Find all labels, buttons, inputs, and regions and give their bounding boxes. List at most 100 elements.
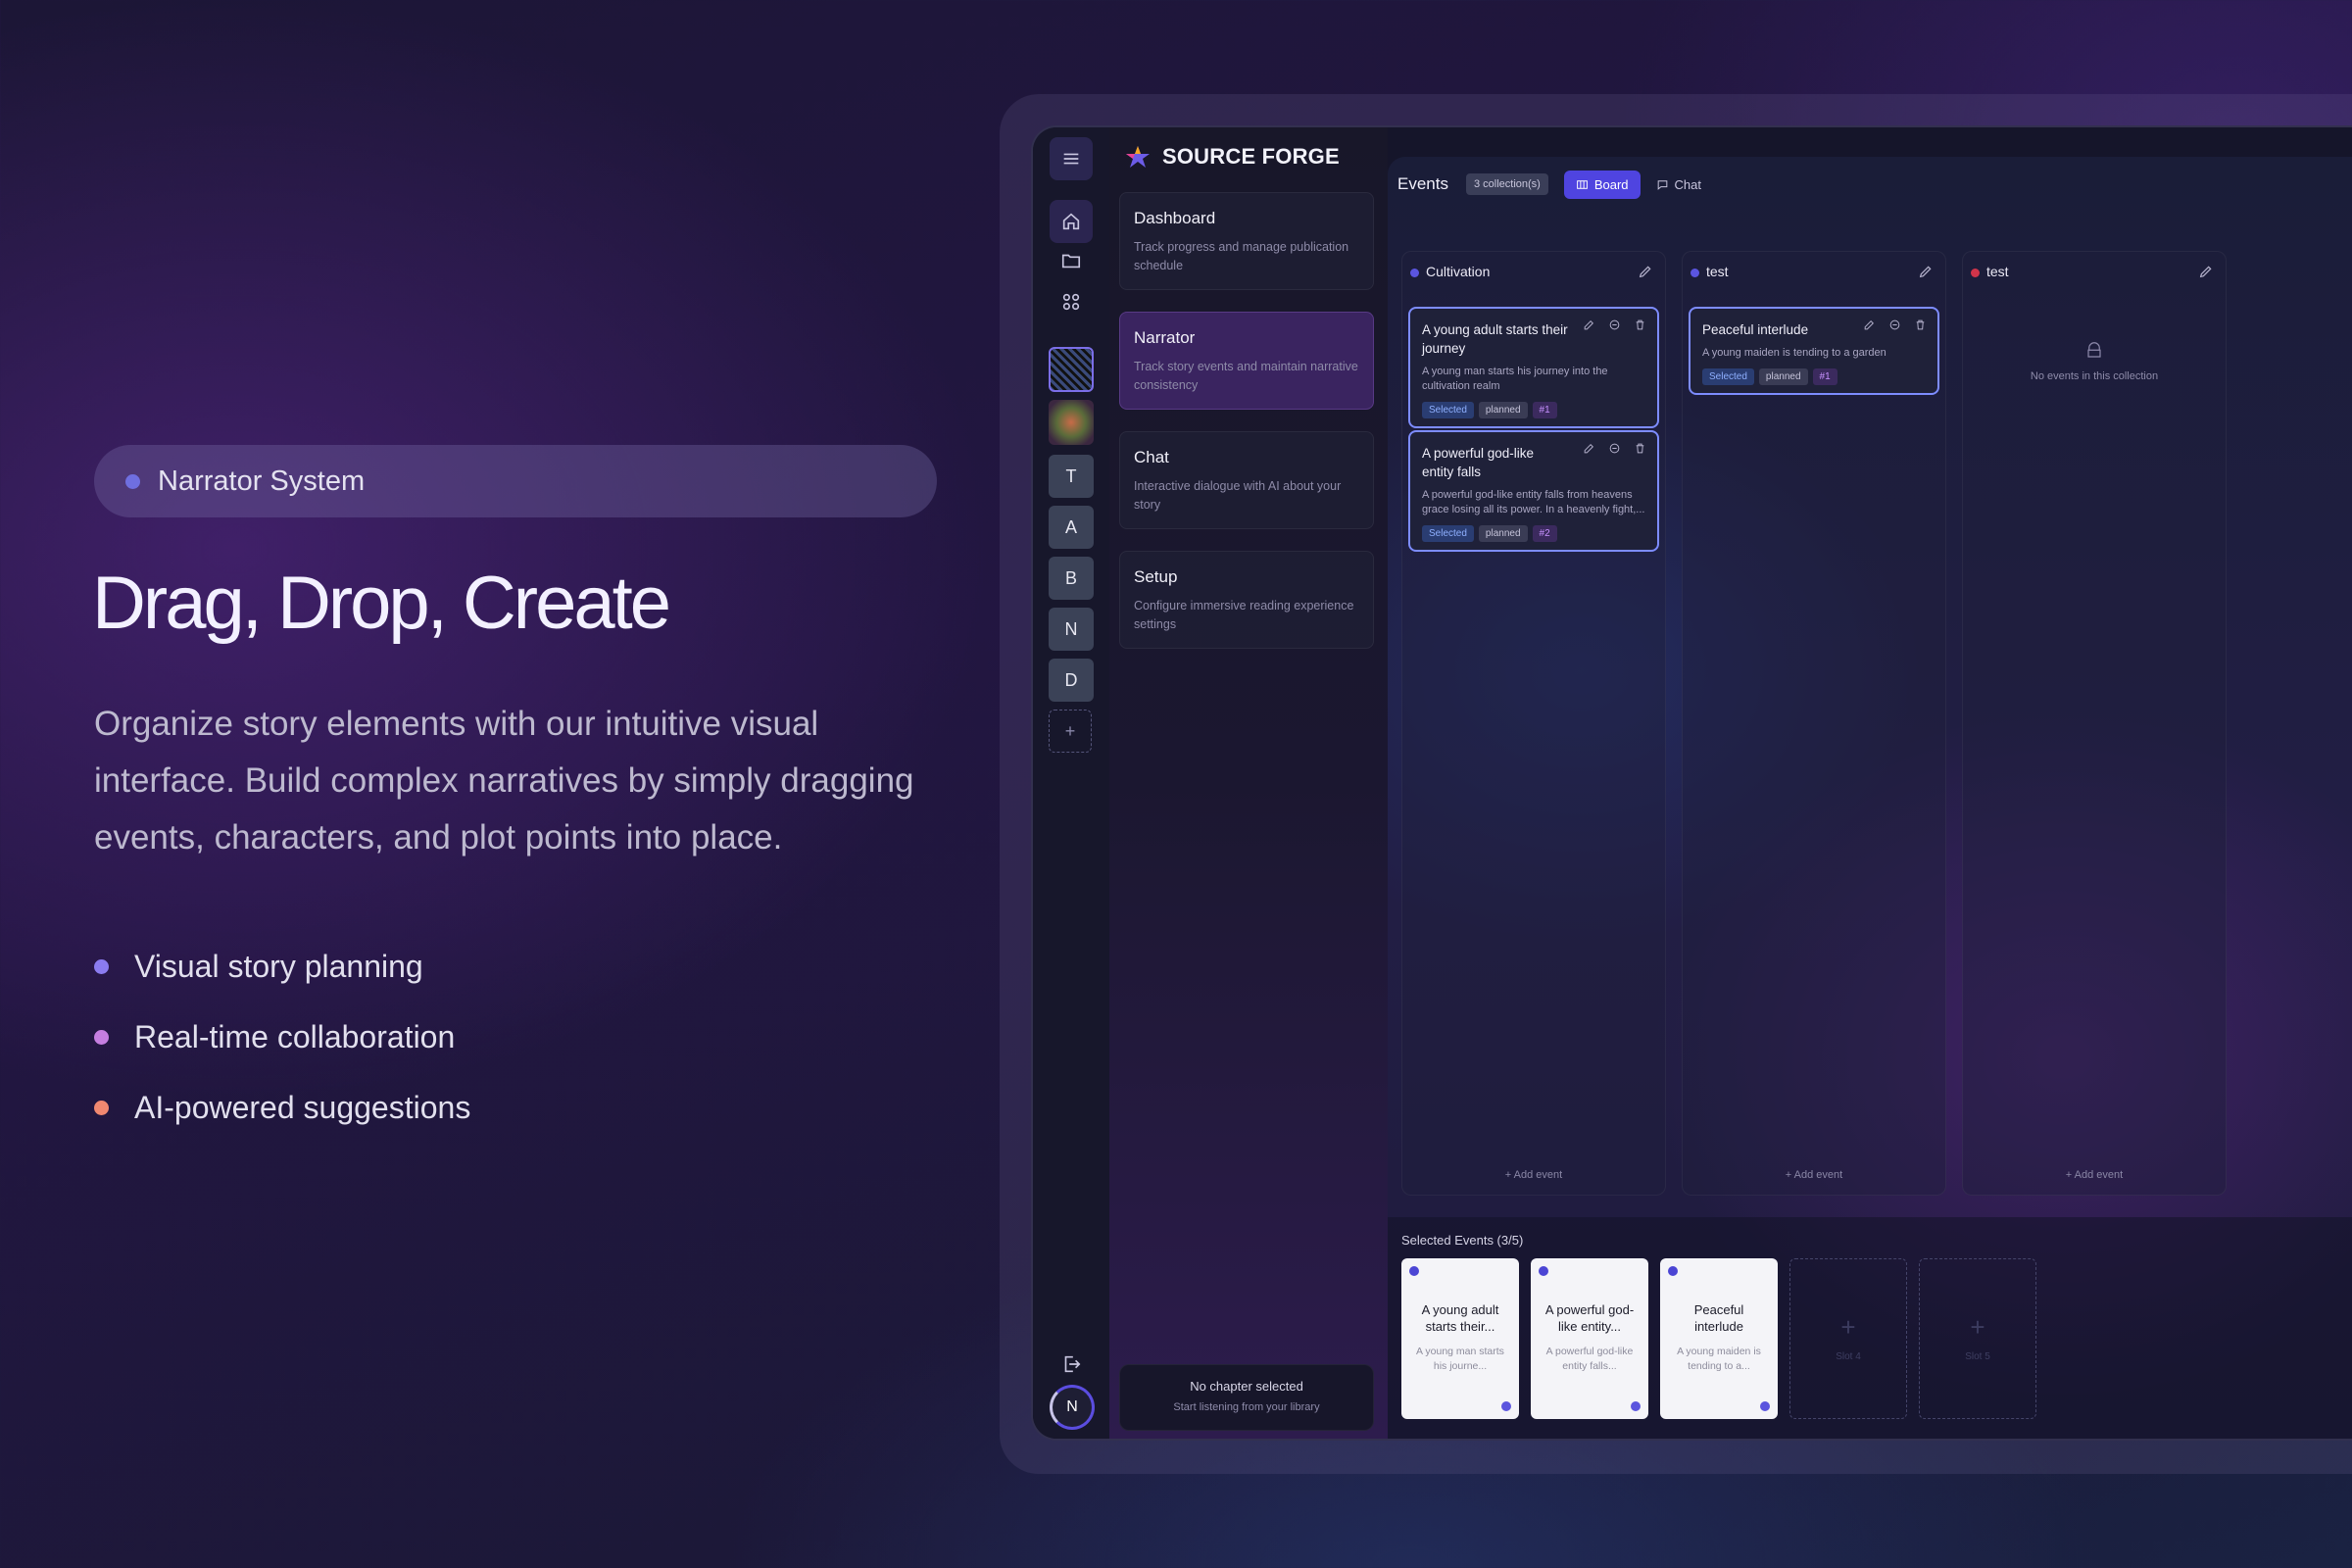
home-icon[interactable] bbox=[1050, 200, 1093, 243]
event-card-tags: Selected planned #1 bbox=[1422, 402, 1645, 418]
check-circle-icon[interactable] bbox=[1888, 318, 1902, 332]
column-name: Cultivation bbox=[1426, 264, 1491, 279]
check-circle-icon[interactable] bbox=[1608, 318, 1622, 332]
tab-chat-label: Chat bbox=[1674, 176, 1702, 192]
slot-description: A young man starts his journe... bbox=[1416, 1346, 1504, 1372]
order-tag: #1 bbox=[1532, 402, 1557, 418]
add-event-button[interactable]: + Add event bbox=[1683, 1169, 1945, 1181]
folder-icon[interactable] bbox=[1050, 239, 1093, 282]
event-card[interactable]: A young adult starts their journey A you… bbox=[1408, 307, 1659, 428]
column-header: test bbox=[1683, 252, 1945, 291]
slot-handle[interactable] bbox=[1760, 1401, 1770, 1411]
nav-item-dashboard[interactable]: Dashboard Track progress and manage publ… bbox=[1119, 192, 1374, 290]
trash-icon[interactable] bbox=[1634, 318, 1647, 332]
logout-icon[interactable] bbox=[1050, 1343, 1093, 1386]
feature-item: Visual story planning bbox=[94, 931, 470, 1002]
nav-item-narrator[interactable]: Narrator Track story events and maintain… bbox=[1119, 312, 1374, 410]
menu-icon[interactable] bbox=[1050, 137, 1093, 180]
nav-item-subtitle: Track progress and manage publication sc… bbox=[1134, 240, 1349, 272]
add-event-button[interactable]: + Add event bbox=[1963, 1169, 2226, 1181]
collection-count-badge: 3 collection(s) bbox=[1465, 173, 1548, 195]
event-card[interactable]: Peaceful interlude A young maiden is ten… bbox=[1689, 307, 1939, 395]
column-name: test bbox=[1706, 264, 1729, 279]
project-initial-button[interactable]: D bbox=[1049, 659, 1094, 702]
nav-item-subtitle: Configure immersive reading experience s… bbox=[1134, 599, 1354, 631]
status-tag: planned bbox=[1478, 525, 1528, 542]
project-initial-button[interactable]: A bbox=[1049, 506, 1094, 549]
slot-handle[interactable] bbox=[1631, 1401, 1641, 1411]
add-project-button[interactable]: + bbox=[1049, 710, 1092, 753]
event-column[interactable]: test No events in this collection + Add … bbox=[1962, 251, 2227, 1196]
tab-board-label: Board bbox=[1593, 176, 1629, 192]
feature-pill: Narrator System bbox=[94, 445, 937, 517]
check-circle-icon[interactable] bbox=[1608, 442, 1622, 456]
project-thumbnail[interactable] bbox=[1049, 400, 1094, 445]
pencil-icon[interactable] bbox=[1918, 264, 1934, 279]
pill-label: Narrator System bbox=[158, 465, 366, 497]
column-color-dot bbox=[1410, 269, 1419, 277]
empty-column-text: No events in this collection bbox=[2030, 370, 2159, 382]
column-color-dot bbox=[1690, 269, 1699, 277]
feature-bullet bbox=[94, 1100, 109, 1115]
tab-board[interactable]: Board bbox=[1563, 170, 1641, 199]
add-event-button[interactable]: + Add event bbox=[1402, 1169, 1665, 1181]
nav-item-chat[interactable]: Chat Interactive dialogue with AI about … bbox=[1119, 431, 1374, 529]
project-initial-button[interactable]: N bbox=[1049, 608, 1094, 651]
card-actions bbox=[1571, 318, 1647, 332]
project-thumbnail[interactable] bbox=[1049, 347, 1094, 392]
event-column[interactable]: test Peaceful interlude A young maiden i… bbox=[1682, 251, 1946, 1196]
event-card-description: A young maiden is tending to a garden bbox=[1702, 347, 1886, 359]
pencil-icon[interactable] bbox=[2198, 264, 2214, 279]
trash-icon[interactable] bbox=[1914, 318, 1928, 332]
feature-label: Real-time collaboration bbox=[134, 1018, 456, 1054]
project-initial-button[interactable]: B bbox=[1049, 557, 1094, 600]
selected-event-slot[interactable]: A powerful god-like entity... A powerful… bbox=[1531, 1258, 1648, 1419]
brand[interactable]: SOURCE FORGE bbox=[1123, 137, 1340, 176]
project-initial-button[interactable]: T bbox=[1049, 455, 1094, 498]
selected-event-slot[interactable]: Peaceful interlude A young maiden is ten… bbox=[1660, 1258, 1778, 1419]
empty-event-slot[interactable]: + Slot 5 bbox=[1919, 1258, 2036, 1419]
feature-list: Visual story planning Real-time collabor… bbox=[94, 931, 470, 1143]
selected-events-tray: Selected Events (3/5) A young adult star… bbox=[1388, 1217, 2352, 1439]
slot-title: A powerful god-like entity... bbox=[1544, 1302, 1635, 1334]
feature-bullet bbox=[94, 1029, 109, 1045]
status-tag: planned bbox=[1758, 368, 1808, 385]
nav-item-subtitle: Track story events and maintain narrativ… bbox=[1134, 360, 1358, 392]
plus-icon: + bbox=[1970, 1312, 1985, 1342]
now-playing-widget[interactable]: No chapter selected Start listening from… bbox=[1119, 1364, 1374, 1431]
slot-dot bbox=[1668, 1266, 1678, 1276]
nav-item-title: Narrator bbox=[1134, 328, 1196, 347]
event-card-description: A young man starts his journey into the … bbox=[1422, 366, 1608, 392]
empty-event-slot[interactable]: + Slot 4 bbox=[1789, 1258, 1907, 1419]
card-actions bbox=[1571, 442, 1647, 456]
edit-icon[interactable] bbox=[1583, 442, 1596, 456]
pencil-icon[interactable] bbox=[1638, 264, 1653, 279]
order-tag: #1 bbox=[1812, 368, 1838, 385]
slot-description: A powerful god-like entity falls... bbox=[1545, 1346, 1634, 1372]
event-card-description: A powerful god-like entity falls from he… bbox=[1422, 489, 1645, 515]
slot-dot bbox=[1539, 1266, 1548, 1276]
slot-handle[interactable] bbox=[1501, 1401, 1511, 1411]
hero-description: Organize story elements with our intuiti… bbox=[94, 705, 914, 857]
user-avatar[interactable]: N bbox=[1050, 1385, 1095, 1430]
slot-label: Slot 5 bbox=[1965, 1351, 1990, 1362]
trash-icon[interactable] bbox=[1634, 442, 1647, 456]
nav-item-setup[interactable]: Setup Configure immersive reading experi… bbox=[1119, 551, 1374, 649]
event-card-tags: Selected planned #1 bbox=[1702, 368, 1926, 385]
feature-item: AI-powered suggestions bbox=[94, 1072, 470, 1143]
feature-label: Visual story planning bbox=[134, 948, 423, 984]
nav-panel: SOURCE FORGE Dashboard Track progress an… bbox=[1109, 127, 1388, 1439]
nav-item-title: Chat bbox=[1134, 448, 1169, 466]
status-tag: planned bbox=[1478, 402, 1528, 418]
event-column[interactable]: Cultivation A young adult starts their j… bbox=[1401, 251, 1666, 1196]
edit-icon[interactable] bbox=[1583, 318, 1596, 332]
tab-chat[interactable]: Chat bbox=[1644, 171, 1713, 199]
edit-icon[interactable] bbox=[1863, 318, 1877, 332]
inbox-icon bbox=[2085, 342, 2103, 360]
feature-bullet bbox=[94, 958, 109, 974]
event-card[interactable]: A powerful god-like entity falls A power… bbox=[1408, 430, 1659, 552]
nav-item-title: Dashboard bbox=[1134, 209, 1216, 227]
now-playing-title: No chapter selected bbox=[1190, 1379, 1303, 1394]
selected-event-slot[interactable]: A young adult starts their... A young ma… bbox=[1401, 1258, 1519, 1419]
grid-icon[interactable] bbox=[1050, 280, 1093, 323]
